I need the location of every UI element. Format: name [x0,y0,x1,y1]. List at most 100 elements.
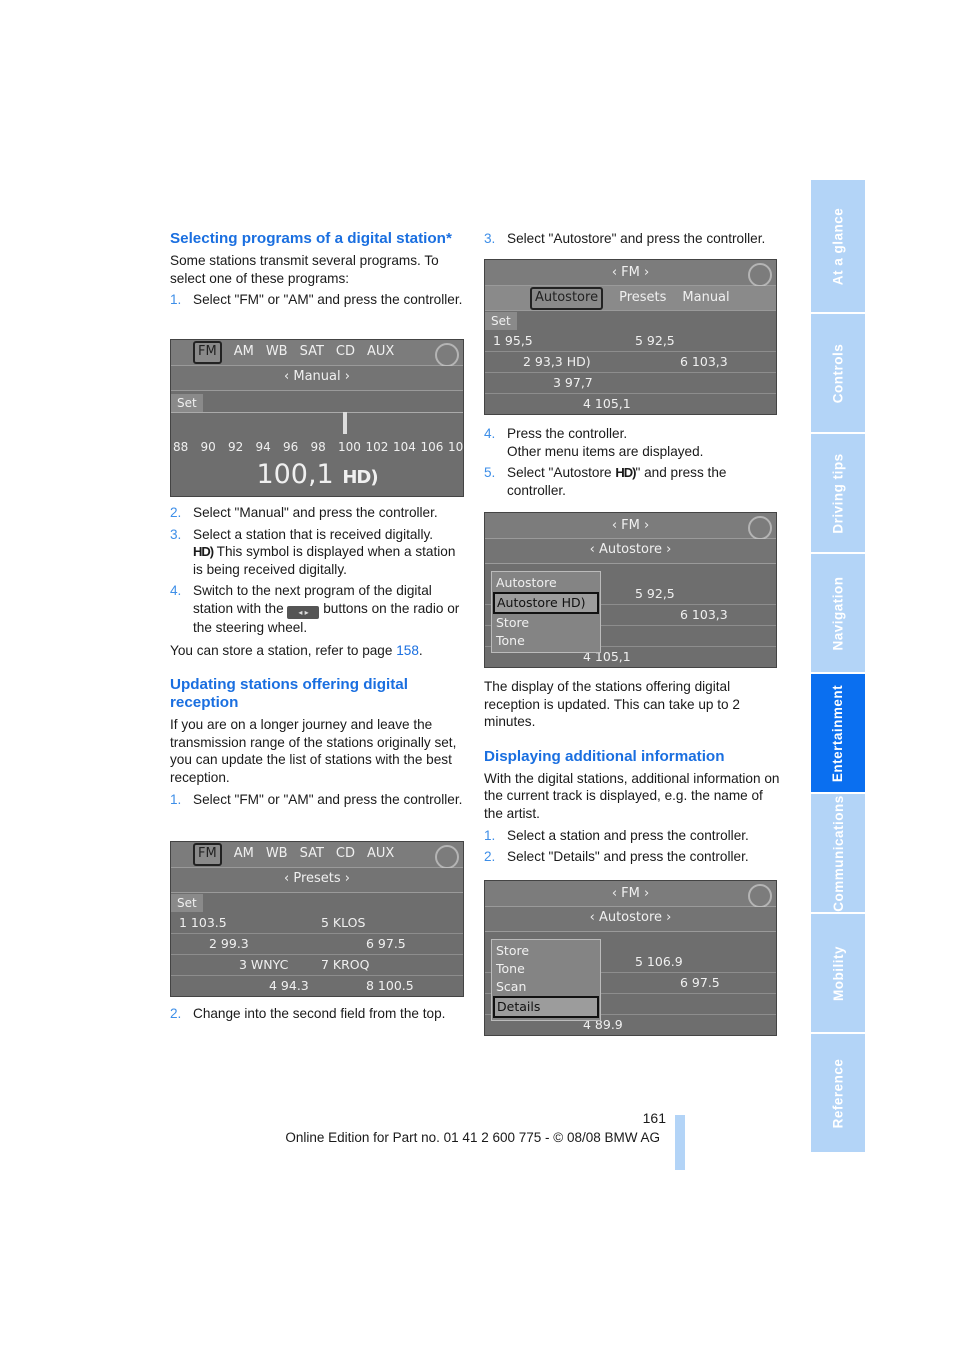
step-text: Select "Autostore" and press the control… [507,231,766,246]
station-row[interactable]: 3 97,7 [485,373,776,394]
sidebar-tab-entertainment[interactable]: Entertainment [811,674,865,792]
controller-icon [435,845,459,869]
sidebar-tab-navigation[interactable]: Navigation [811,554,865,672]
sidebar-tab-communications[interactable]: Communications [811,794,865,912]
step-number: 1. [170,791,182,807]
hd-radio-icon: HD) [193,544,214,560]
intro-text: Some stations transmit several programs.… [170,253,439,286]
right-step-3: 3. Select "Autostore" and press the contr… [484,230,780,252]
sidebar-tab-label: Mobility [830,945,846,1001]
edition-note: Online Edition for Part no. 01 41 2 600 … [285,1130,660,1145]
frequency-scale: 88 90 92 94 96 98 100 102 104 106 108 [171,440,463,456]
step-extra: Other menu items are displayed. [507,443,704,459]
left-step-2: 2. Change into the second field from the … [170,1005,466,1027]
sidebar-tab-reference[interactable]: Reference [811,1034,865,1152]
page-number: 161 [642,1110,666,1126]
tab-presets[interactable]: Presets [619,286,666,310]
station-row[interactable]: 2 99.3 6 97.5 [171,934,463,955]
mode-label: ‹ Manual › [284,369,350,384]
sidebar-tab-label: At a glance [830,207,846,285]
station-row[interactable]: 3 WNYC 7 KROQ [171,955,463,976]
step-number: 5. [484,465,496,481]
tab-autostore[interactable]: Autostore [530,287,604,310]
sidebar-tab-controls[interactable]: Controls [811,314,865,432]
page-marker [675,1115,685,1170]
menu-item-tone[interactable]: Tone [496,632,596,650]
station-right: 5 92,5 [635,586,675,601]
station-row[interactable]: 4 105,1 [485,394,776,414]
station-right: 6 103,3 [680,354,728,369]
store-reference: You can store a station, refer to page 1… [170,642,466,660]
station-row[interactable]: 2 93,3 HD) 6 103,3 [485,352,776,373]
tab-am[interactable]: AM [234,340,254,364]
step-item: 4. Switch to the next program of the digi… [170,582,466,636]
station-left: 4 105,1 [583,396,631,411]
controller-icon [748,263,772,287]
step-text: Select "Autostore [507,465,616,481]
step-item: 1. Select a station and press the control… [484,827,780,845]
menu-item-tone[interactable]: Tone [496,960,596,978]
station-right: 5 KLOS [321,915,366,930]
sidebar-tab-driving-tips[interactable]: Driving tips [811,434,865,552]
sidebar-tab-mobility[interactable]: Mobility [811,914,865,1032]
station-row[interactable]: 4 94.3 8 100.5 [171,976,463,996]
set-label: Set [171,394,203,412]
section-heading-updating-stations: Updating stations offering digital recep… [170,676,408,712]
tab-aux[interactable]: AUX [367,842,394,866]
scale-tick-label: 98 [310,440,326,454]
set-label: Set [171,894,203,912]
station-left: 4 94.3 [269,978,309,993]
menu-item-store[interactable]: Store [496,942,596,960]
tab-manual[interactable]: Manual [682,286,729,310]
menu-item-details[interactable]: Details [493,996,599,1018]
tab-sat[interactable]: SAT [300,340,324,364]
step-text: Select "Manual" and press the controller… [193,505,438,520]
frequency-value: 100,1 [256,459,334,490]
step-item: 4. Press the controller. Other menu items … [484,425,780,460]
tab-sat[interactable]: SAT [300,842,324,866]
tab-wb[interactable]: WB [266,842,288,866]
step-text: Change into the second field from the to… [193,1006,446,1021]
scale-line [171,412,463,413]
tab-cd[interactable]: CD [336,842,355,866]
source-tabs: FM AM WB SAT CD AUX [171,842,463,869]
step-number: 1. [484,827,496,843]
menu-item-autostore[interactable]: Autostore [496,574,596,592]
screen-autostore-menu: ‹ FM › ‹ Autostore › 5 92,56 103,3,74 10… [484,512,777,668]
menu-item-scan[interactable]: Scan [496,978,596,996]
tab-wb[interactable]: WB [266,340,288,364]
controller-icon [748,884,772,908]
scale-tick-label: 102 [365,440,389,454]
station-left: 1 95,5 [493,333,533,348]
step-item: 2. Select "Manual" and press the controll… [170,504,466,522]
controller-icon [435,343,459,367]
menu-item-store[interactable]: Store [496,614,596,632]
band-label: ‹ FM › [611,886,650,901]
mode-label: ‹ Autostore › [589,910,672,925]
station-left: 3 97,7 [553,375,593,390]
page-link[interactable]: 158 [396,643,419,658]
tab-cd[interactable]: CD [336,340,355,364]
scale-tick-label: 106 [420,440,444,454]
right-steps-4-5: 4. Press the controller. Other menu items … [484,425,780,503]
sidebar-tab-at-a-glance[interactable]: At a glance [811,180,865,312]
step-item: 3. Select "Autostore" and press the contr… [484,230,780,248]
current-frequency: 100,1 HD) [171,458,463,495]
scale-tick-label: 92 [228,440,244,454]
station-row[interactable]: 1 103.5 5 KLOS [171,913,463,934]
step-number: 4. [170,583,182,599]
tab-aux[interactable]: AUX [367,340,394,364]
prev-next-buttons-icon: ◂ ▸ [287,605,320,619]
step-item: 1. Select "FM" or "AM" and press the cont… [170,291,466,309]
scale-tick-label: 94 [255,440,271,454]
tab-fm[interactable]: FM [193,341,222,364]
section-heading-selecting-programs: Selecting programs of a digital station* [170,230,452,247]
step-extra: This symbol is displayed when a station … [193,544,456,577]
tab-fm[interactable]: FM [193,843,222,866]
tab-am[interactable]: AM [234,842,254,866]
tuning-needle[interactable] [343,412,347,434]
sidebar-tab-label: Reference [830,1058,846,1128]
sidebar-tab-label: Entertainment [830,684,846,782]
menu-item-autostore-hd-[interactable]: Autostore HD) [493,592,599,614]
station-row[interactable]: 1 95,5 5 92,5 [485,331,776,352]
